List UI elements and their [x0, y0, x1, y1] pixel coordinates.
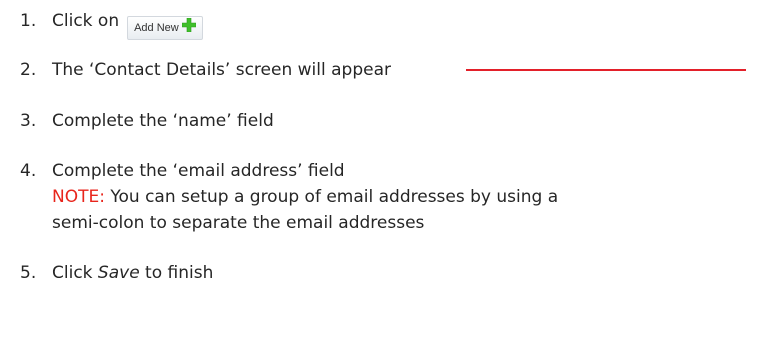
step-2: 2. The ‘Contact Details’ screen will appe… [20, 59, 391, 81]
annotation-pointer-line [466, 69, 746, 71]
step-number: 4. [20, 161, 37, 181]
step-text: The ‘Contact Details’ screen will appear [52, 60, 391, 80]
step-number: 2. [20, 60, 37, 80]
note-text: You can setup a group of email addresses… [104, 187, 559, 207]
step-4-note: NOTE: You can setup a group of email add… [52, 186, 558, 208]
add-new-button[interactable]: Add New [127, 16, 203, 40]
add-new-button-label: Add New [134, 22, 179, 34]
step-text: Complete the ‘name’ field [52, 111, 274, 131]
step-text-after: to finish [139, 263, 214, 283]
step-4: 4. Complete the ‘email address’ field [20, 160, 345, 182]
step-number: 3. [20, 111, 37, 131]
instruction-steps: 1. Click on Add New 2. The ‘Contact Details… [0, 0, 759, 351]
step-3: 3. Complete the ‘name’ field [20, 110, 274, 132]
step-1: 1. Click on Add New [20, 10, 203, 40]
step-text: Complete the ‘email address’ field [52, 161, 345, 181]
step-5: 5. Click Save to finish [20, 262, 213, 284]
save-emphasis: Save [97, 263, 140, 283]
plus-icon [181, 18, 196, 32]
note-text-continued: semi-colon to separate the email address… [52, 213, 425, 233]
note-label: NOTE: [52, 187, 105, 207]
step-4-note-continued: semi-colon to separate the email address… [52, 212, 424, 234]
step-number: 1. [20, 11, 37, 31]
step-text-before: Click [52, 263, 98, 283]
step-text: Click on [52, 11, 120, 31]
step-number: 5. [20, 263, 37, 283]
